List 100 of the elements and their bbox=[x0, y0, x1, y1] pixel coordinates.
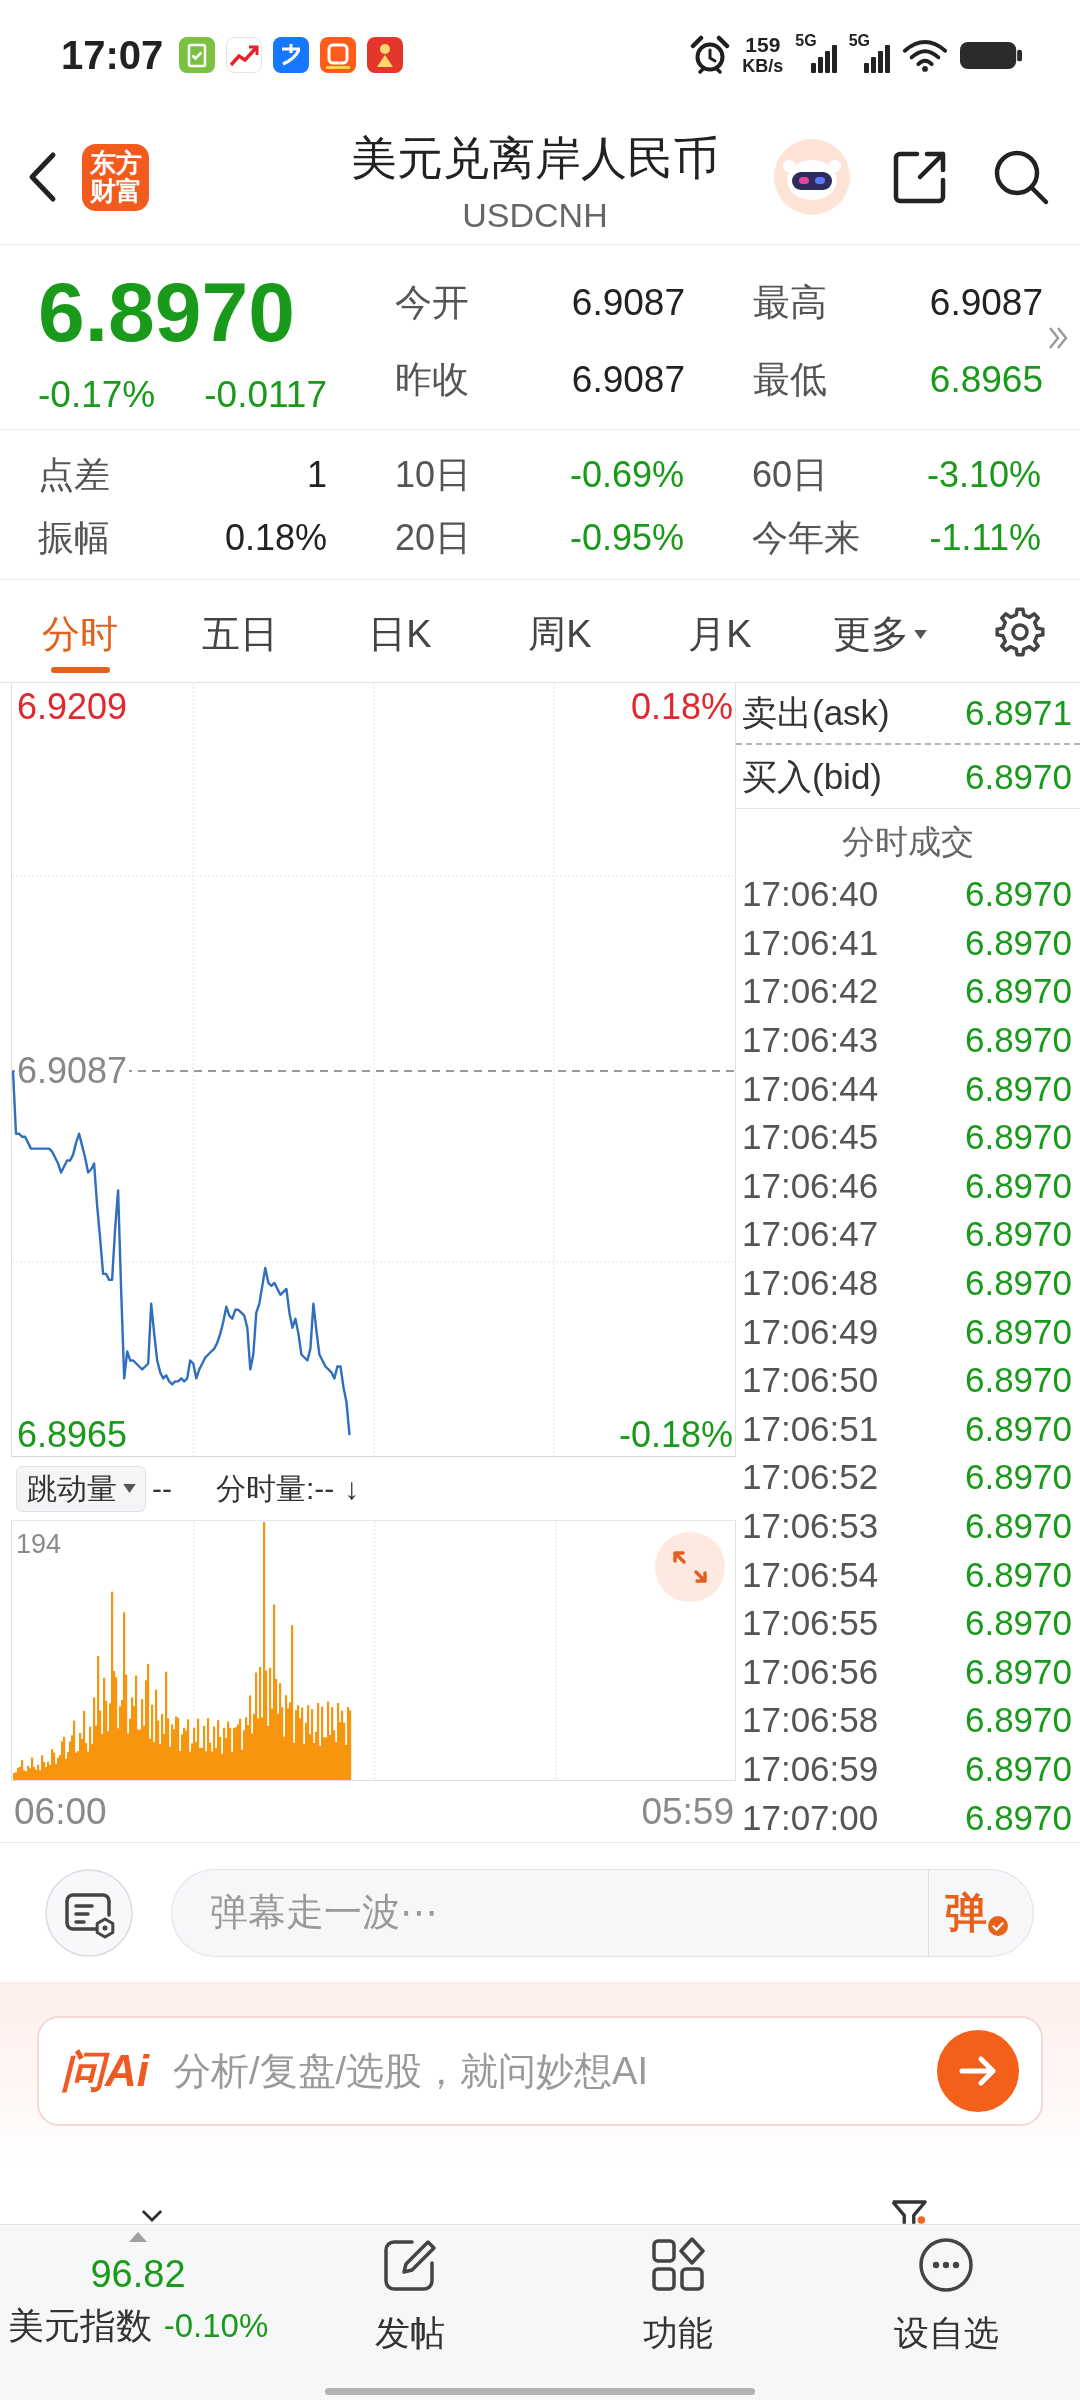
trade-time: 17:06:56 bbox=[742, 1650, 879, 1693]
minute-volume-label: 分时量:-- bbox=[216, 1470, 335, 1507]
trade-price: 6.8970 bbox=[964, 1310, 1072, 1353]
trade-price: 6.8970 bbox=[964, 1699, 1072, 1742]
clipboard-check-icon bbox=[179, 37, 216, 73]
search-icon[interactable] bbox=[992, 148, 1050, 206]
index-change: -0.10% bbox=[163, 2306, 269, 2346]
network-type-label: 5G bbox=[795, 33, 817, 49]
rising-chart-icon bbox=[226, 37, 263, 73]
trade-time: 17:06:46 bbox=[742, 1164, 879, 1207]
trade-time: 17:06:55 bbox=[742, 1602, 879, 1645]
trade-price: 6.8970 bbox=[964, 970, 1072, 1013]
trade-time: 17:06:49 bbox=[742, 1310, 879, 1353]
quote-field-value: 6.9087 bbox=[571, 357, 685, 402]
trades-title: 分时成交 bbox=[842, 821, 974, 862]
chart-tab[interactable]: 分时 bbox=[0, 580, 160, 682]
edit-icon bbox=[382, 2237, 438, 2293]
app-tile-icon bbox=[367, 37, 404, 73]
trade-price: 6.8970 bbox=[964, 1796, 1072, 1839]
ask-price: 6.8971 bbox=[964, 692, 1072, 734]
trade-time: 17:06:50 bbox=[742, 1359, 879, 1402]
time-axis-label: 05:59 bbox=[641, 1790, 734, 1833]
expand-icon[interactable] bbox=[655, 1532, 725, 1602]
network-type-label: 5G bbox=[848, 33, 870, 49]
trade-time: 17:06:43 bbox=[742, 1019, 879, 1062]
double-chevron-icon[interactable] bbox=[1047, 325, 1069, 351]
stat-value: -1.11% bbox=[929, 515, 1041, 560]
network-speed-unit: KB/s bbox=[742, 56, 784, 76]
stat-value: 0.18% bbox=[224, 515, 327, 560]
ai-prompt-placeholder: 分析/复盘/选股，就问妙想AI bbox=[173, 2049, 649, 2094]
stat-value: -0.95% bbox=[569, 515, 684, 560]
filter-icon[interactable] bbox=[890, 2199, 928, 2224]
stat-value: -0.69% bbox=[569, 452, 684, 497]
robot-avatar-icon[interactable] bbox=[774, 139, 850, 215]
quote-field-label: 最高 bbox=[753, 280, 827, 325]
app-tile-icon bbox=[320, 37, 357, 73]
trade-time: 17:06:59 bbox=[742, 1748, 879, 1790]
tick-volume-value: -- bbox=[152, 1470, 172, 1507]
last-price: 6.8970 bbox=[38, 268, 296, 356]
quote-field-value: 6.9087 bbox=[571, 280, 685, 325]
alarm-clock-icon bbox=[690, 35, 731, 75]
trade-price: 6.8970 bbox=[964, 1650, 1072, 1693]
quote-field-value: 6.9087 bbox=[929, 280, 1043, 325]
stat-label: 今年来 bbox=[752, 515, 860, 560]
time-axis-label: 06:00 bbox=[14, 1790, 107, 1833]
bid-price: 6.8970 bbox=[964, 755, 1072, 798]
wifi-icon bbox=[902, 38, 948, 72]
trade-time: 17:06:53 bbox=[742, 1505, 879, 1547]
network-speed-value: 159 bbox=[745, 34, 781, 56]
nav-button[interactable]: 功能 bbox=[544, 2225, 812, 2388]
chart-tab[interactable]: 日K bbox=[320, 580, 480, 682]
trade-time: 17:06:42 bbox=[742, 970, 879, 1013]
trade-price: 6.8970 bbox=[964, 1407, 1072, 1450]
more-dots-icon bbox=[918, 2237, 974, 2293]
trade-price: 6.8970 bbox=[964, 1116, 1072, 1159]
stat-label: 60日 bbox=[752, 452, 829, 497]
quote-field-label: 今开 bbox=[395, 280, 469, 325]
trade-time: 17:06:58 bbox=[742, 1699, 879, 1742]
stat-label: 点差 bbox=[38, 452, 110, 497]
status-time: 17:07 bbox=[61, 32, 164, 78]
trade-price: 6.8970 bbox=[964, 921, 1072, 964]
caret-down-icon bbox=[914, 629, 927, 639]
sort-arrow[interactable]: ↓ bbox=[344, 1470, 360, 1507]
quote-field-label: 昨收 bbox=[395, 357, 469, 402]
arrow-right-icon[interactable] bbox=[937, 2030, 1019, 2112]
stat-label: 振幅 bbox=[38, 515, 110, 560]
chart-tab[interactable]: 五日 bbox=[160, 580, 320, 682]
battery-icon bbox=[960, 39, 1022, 71]
comment-input[interactable]: 弹幕走一波⋯ bbox=[171, 1868, 928, 1957]
trade-price: 6.8970 bbox=[964, 1456, 1072, 1499]
trade-time: 17:06:47 bbox=[742, 1213, 879, 1256]
trade-price: 6.8970 bbox=[964, 1262, 1072, 1305]
trade-time: 17:06:51 bbox=[742, 1407, 879, 1450]
nav-button[interactable]: 发帖 bbox=[276, 2225, 544, 2388]
trade-time: 17:06:45 bbox=[742, 1116, 879, 1159]
chart-tab[interactable]: 月K bbox=[640, 580, 800, 682]
chart-tab[interactable]: 周K bbox=[480, 580, 640, 682]
grid-icon bbox=[650, 2237, 706, 2293]
trade-price: 6.8970 bbox=[964, 1067, 1072, 1110]
chart-tab[interactable]: 更多 bbox=[800, 580, 960, 682]
settings-icon[interactable] bbox=[994, 606, 1046, 658]
volume-type-dropdown[interactable]: 跳动量 bbox=[16, 1465, 146, 1512]
trade-price: 6.8970 bbox=[964, 873, 1072, 916]
trade-time: 17:06:44 bbox=[742, 1067, 879, 1110]
page-title: 美元兑离岸人民币 bbox=[351, 131, 719, 185]
ask-label: 卖出(ask) bbox=[742, 692, 890, 734]
ai-logo: 问Ai bbox=[61, 2046, 149, 2096]
chevron-down-icon[interactable] bbox=[141, 2209, 163, 2222]
trade-time: 17:07:00 bbox=[742, 1796, 879, 1839]
bid-label: 买入(bid) bbox=[742, 755, 883, 798]
quote-field-label: 最低 bbox=[753, 357, 827, 402]
change-percent: -0.17% bbox=[38, 373, 156, 417]
quote-field-value: 6.8965 bbox=[929, 357, 1043, 402]
nav-button[interactable]: 设自选 bbox=[812, 2225, 1080, 2388]
trade-price: 6.8970 bbox=[964, 1164, 1072, 1207]
trade-time: 17:06:40 bbox=[742, 873, 879, 916]
caret-up-icon bbox=[129, 2232, 147, 2242]
change-amount: -0.0117 bbox=[204, 373, 327, 417]
trade-price: 6.8970 bbox=[964, 1748, 1072, 1790]
document-gear-icon[interactable] bbox=[45, 1868, 133, 1957]
